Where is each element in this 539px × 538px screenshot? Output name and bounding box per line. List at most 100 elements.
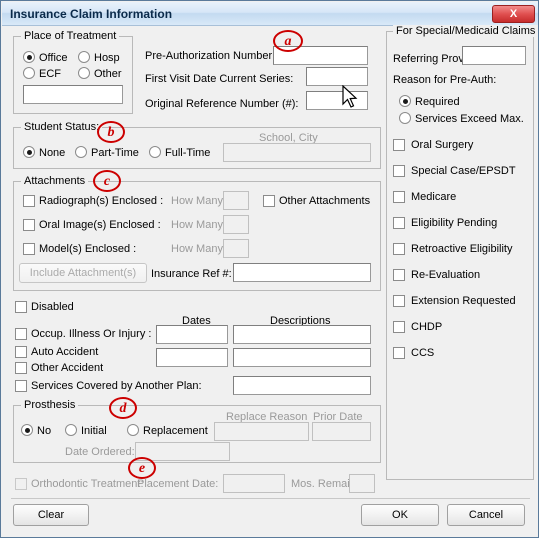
attachments-legend: Attachments xyxy=(21,175,89,187)
retroactive-eligibility-label: Retroactive Eligibility xyxy=(411,243,513,255)
chdp-label: CHDP xyxy=(411,321,443,333)
window-title: Insurance Claim Information xyxy=(10,7,173,21)
date-ordered-label: Date Ordered: xyxy=(65,446,135,458)
radio-other-label: Other xyxy=(94,68,122,80)
auto-accident-date-input[interactable] xyxy=(156,348,228,367)
radiographs-howmany-label: How Many? xyxy=(171,195,230,207)
footer-divider xyxy=(11,498,530,499)
checkbox-services-covered-another-plan[interactable] xyxy=(15,380,27,392)
placement-date-input[interactable] xyxy=(223,474,285,493)
place-of-treatment-legend: Place of Treatment xyxy=(21,30,120,42)
checkbox-disabled[interactable] xyxy=(15,301,27,313)
radio-office-label: Office xyxy=(39,52,68,64)
radio-prosthesis-no[interactable] xyxy=(21,424,33,436)
insurance-claim-dialog: Insurance Claim Information X Place of T… xyxy=(0,0,539,538)
radiographs-howmany-input[interactable] xyxy=(223,191,249,210)
include-attachments-button[interactable]: Include Attachment(s) xyxy=(19,263,147,283)
annotation-a: a xyxy=(273,30,303,52)
oral-images-enclosed-label: Oral Image(s) Enclosed : xyxy=(39,219,161,231)
radio-prosthesis-initial[interactable] xyxy=(65,424,77,436)
radio-reason-required[interactable] xyxy=(399,95,411,107)
checkbox-re-evaluation[interactable] xyxy=(393,269,405,281)
placement-date-label: Placement Date: xyxy=(137,478,219,490)
checkbox-eligibility-pending[interactable] xyxy=(393,217,405,229)
referring-prov-label: Referring Prov: xyxy=(393,53,467,65)
checkbox-orthodontic-treatment[interactable] xyxy=(15,478,27,490)
services-covered-label: Services Covered by Another Plan: xyxy=(31,380,202,392)
radio-hosp[interactable] xyxy=(78,51,90,63)
radio-other[interactable] xyxy=(78,67,90,79)
special-medicaid-legend: For Special/Medicaid Claims xyxy=(393,25,538,37)
radio-prosthesis-initial-label: Initial xyxy=(81,425,107,437)
checkbox-other-accident[interactable] xyxy=(15,362,27,374)
occup-illness-date-input[interactable] xyxy=(156,325,228,344)
checkbox-retroactive-eligibility[interactable] xyxy=(393,243,405,255)
annotation-b: b xyxy=(97,121,125,143)
medicare-label: Medicare xyxy=(411,191,457,203)
annotation-c: c xyxy=(93,170,121,192)
re-evaluation-label: Re-Evaluation xyxy=(411,269,481,281)
insurance-ref-input[interactable] xyxy=(233,263,371,282)
checkbox-oral-surgery[interactable] xyxy=(393,139,405,151)
auto-accident-desc-input[interactable] xyxy=(233,348,371,367)
checkbox-special-case-epsdt[interactable] xyxy=(393,165,405,177)
checkbox-extension-requested[interactable] xyxy=(393,295,405,307)
reason-for-preauth-label: Reason for Pre-Auth: xyxy=(393,74,497,86)
oral-images-howmany-label: How Many? xyxy=(171,219,230,231)
ok-button[interactable]: OK xyxy=(361,504,439,526)
annotation-e-label: e xyxy=(138,461,146,476)
radio-hosp-label: Hosp xyxy=(94,52,120,64)
first-visit-label: First Visit Date Current Series: xyxy=(145,73,294,85)
replace-reason-input[interactable] xyxy=(214,422,309,441)
oral-surgery-label: Oral Surgery xyxy=(411,139,474,151)
radiographs-enclosed-label: Radiograph(s) Enclosed : xyxy=(39,195,164,207)
checkbox-models-enclosed[interactable] xyxy=(23,243,35,255)
radio-office[interactable] xyxy=(23,51,35,63)
oral-images-howmany-input[interactable] xyxy=(223,215,249,234)
radio-prosthesis-replacement[interactable] xyxy=(127,424,139,436)
checkbox-other-attachments[interactable] xyxy=(263,195,275,207)
title-bar: Insurance Claim Information X xyxy=(2,2,538,26)
checkbox-radiographs-enclosed[interactable] xyxy=(23,195,35,207)
first-visit-input[interactable] xyxy=(306,67,368,86)
ccs-label: CCS xyxy=(411,347,435,359)
checkbox-occup-illness[interactable] xyxy=(15,328,27,340)
checkbox-auto-accident[interactable] xyxy=(15,346,27,358)
close-button[interactable]: X xyxy=(492,5,535,23)
prior-date-input[interactable] xyxy=(312,422,371,441)
cancel-button-label: Cancel xyxy=(468,509,504,521)
radio-prosthesis-no-label: No xyxy=(37,425,52,437)
clear-button[interactable]: Clear xyxy=(13,504,89,526)
school-city-input[interactable] xyxy=(223,143,371,162)
annotation-d-label: d xyxy=(119,401,127,416)
annotation-c-label: c xyxy=(103,174,111,189)
referring-prov-input[interactable] xyxy=(462,46,526,65)
radio-student-none[interactable] xyxy=(23,146,35,158)
services-covered-desc-input[interactable] xyxy=(233,376,371,395)
special-case-epsdt-label: Special Case/EPSDT xyxy=(411,165,516,177)
radio-student-part-time[interactable] xyxy=(75,146,87,158)
radio-ecf[interactable] xyxy=(23,67,35,79)
occup-illness-desc-input[interactable] xyxy=(233,325,371,344)
extension-requested-label: Extension Requested xyxy=(411,295,516,307)
radio-prosthesis-replacement-label: Replacement xyxy=(143,425,208,437)
mouse-cursor xyxy=(342,85,358,108)
place-other-input[interactable] xyxy=(23,85,123,104)
checkbox-chdp[interactable] xyxy=(393,321,405,333)
radio-student-full-time-label: Full-Time xyxy=(165,147,211,159)
mos-remain-input[interactable] xyxy=(349,474,375,493)
disabled-label: Disabled xyxy=(31,301,74,313)
models-howmany-input[interactable] xyxy=(223,239,249,258)
radio-reason-services-exceed-max[interactable] xyxy=(399,112,411,124)
auto-accident-label: Auto Accident xyxy=(31,346,99,358)
radio-student-full-time[interactable] xyxy=(149,146,161,158)
checkbox-medicare[interactable] xyxy=(393,191,405,203)
orig-ref-input[interactable] xyxy=(306,91,368,110)
eligibility-pending-label: Eligibility Pending xyxy=(411,217,498,229)
cancel-button[interactable]: Cancel xyxy=(447,504,525,526)
preauth-number-label: Pre-Authorization Number: xyxy=(145,50,276,62)
radio-student-none-label: None xyxy=(39,147,66,159)
checkbox-ccs[interactable] xyxy=(393,347,405,359)
checkbox-oral-images-enclosed[interactable] xyxy=(23,219,35,231)
orig-ref-label: Original Reference Number (#): xyxy=(145,98,299,110)
